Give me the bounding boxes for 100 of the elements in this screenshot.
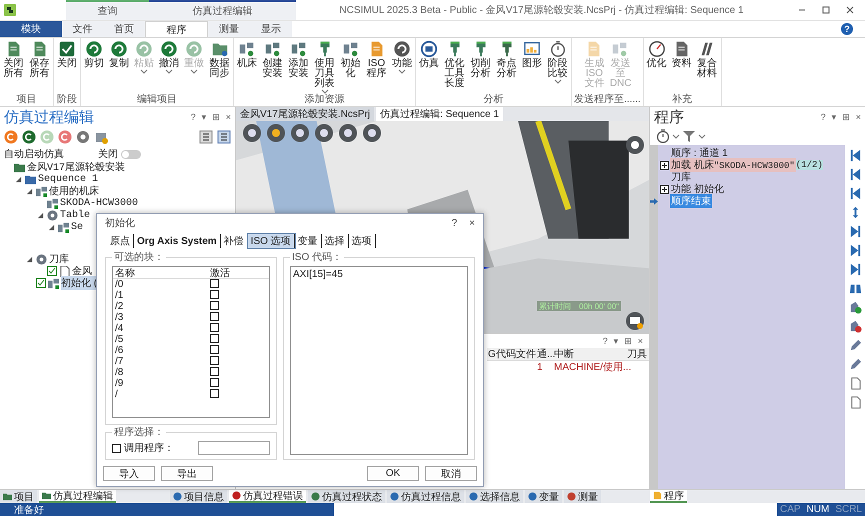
dialog-button[interactable]: OK [367, 466, 419, 480]
code-editor[interactable]: AXI[15]=45 [290, 266, 468, 455]
panel-control[interactable]: ▾ [202, 112, 206, 122]
expander-icon[interactable] [37, 212, 44, 218]
tree-item[interactable]: 金风V17尾源轮毂安装 [27, 160, 126, 174]
panel-tab[interactable]: 仿真过程信息 [387, 490, 464, 503]
expand-icon[interactable] [660, 184, 669, 194]
ribbon-button[interactable]: 功能 [391, 40, 413, 94]
ribbon-button[interactable]: 添加安装 [287, 40, 310, 94]
panel-tab[interactable]: 仿真过程状态 [308, 490, 385, 503]
column-header[interactable]: 通... [536, 347, 553, 361]
ribbon-button[interactable]: 仿真 [418, 40, 440, 94]
play-back-icon[interactable] [848, 187, 862, 200]
pencil-icon[interactable] [848, 358, 862, 371]
dialog-tab[interactable]: Org Axis System [134, 234, 221, 248]
ribbon-button[interactable]: 阶段比较 [546, 40, 569, 94]
panel-tab[interactable]: 仿真过程错误 [229, 490, 306, 503]
column-header[interactable]: 中断 [553, 347, 626, 361]
tree-item[interactable]: 金风 [72, 264, 92, 278]
checkbox[interactable] [112, 444, 121, 452]
checkbox[interactable] [210, 322, 219, 332]
list-view-icon[interactable] [199, 130, 213, 144]
machine-control-icon[interactable] [625, 311, 645, 331]
view-tool-icon[interactable] [266, 123, 286, 143]
column-header[interactable]: G代码文件 [487, 347, 536, 361]
ribbon-button[interactable]: 优化 [646, 40, 668, 94]
round-icon[interactable] [22, 130, 36, 144]
column-header[interactable]: 名称 [113, 266, 210, 280]
caret-icon[interactable] [698, 134, 706, 138]
tree-item[interactable]: Table [60, 210, 90, 220]
checkbox[interactable] [210, 334, 219, 342]
view-cube-icon[interactable] [625, 135, 645, 155]
panel-control[interactable]: ▾ [832, 112, 836, 122]
checkbox[interactable] [210, 300, 219, 310]
dialog-tab[interactable]: 原点 [107, 234, 134, 248]
ribbon-button[interactable]: 图形 [521, 40, 543, 94]
ribbon-tab[interactable]: 程序 [145, 21, 208, 37]
round-icon[interactable] [4, 130, 18, 144]
skip-end-icon[interactable] [848, 263, 862, 276]
ribbon-button[interactable]: 剪切 [83, 40, 105, 94]
help-button[interactable]: ? [841, 23, 853, 35]
ribbon-tab[interactable]: 文件 [62, 21, 103, 37]
checkbox[interactable] [210, 290, 219, 298]
ribbon-button[interactable]: 机床 [236, 40, 258, 94]
panel-tab[interactable]: 项目信息 [170, 490, 227, 503]
ribbon-tab[interactable]: 显示 [250, 21, 292, 37]
ribbon-button[interactable]: 数据同步 [208, 40, 231, 94]
maximize-icon[interactable] [821, 5, 831, 15]
view-tool-icon[interactable] [362, 123, 382, 143]
panel-tab[interactable]: 仿真过程编辑 [39, 490, 116, 503]
view-tool-icon[interactable] [242, 123, 262, 143]
ribbon-button[interactable]: 关闭 [56, 40, 78, 94]
ribbon-button[interactable]: 资料 [670, 40, 693, 94]
play-icon[interactable] [848, 225, 862, 238]
ribbon-button[interactable]: 复合材料 [696, 40, 719, 94]
column-header[interactable]: 刀具 [626, 347, 649, 361]
document-icon[interactable] [848, 377, 862, 390]
document-icon[interactable] [848, 396, 862, 409]
ribbon-button[interactable]: 关闭所有 [2, 40, 25, 94]
step-forward-icon[interactable] [848, 244, 862, 257]
dialog-tab[interactable]: ISO 选项 [248, 234, 295, 248]
view-tool-icon[interactable] [338, 123, 358, 143]
panel-control[interactable]: ? [820, 112, 826, 122]
panel-tab[interactable]: 测量 [564, 490, 601, 503]
ribbon-button[interactable]: 保存所有 [28, 40, 51, 94]
expander-icon[interactable] [26, 188, 33, 194]
ribbon-button[interactable]: 奇点分析 [495, 40, 518, 94]
panel-tab[interactable]: 选择信息 [466, 490, 523, 503]
tree-item[interactable]: SKODA-HCW3000 [60, 198, 138, 208]
ribbon-button[interactable]: 创建安装 [261, 40, 284, 94]
dialog-button[interactable]: 导入 [103, 466, 155, 480]
module-button[interactable]: 模块 [0, 21, 62, 37]
tree-item[interactable]: Se [71, 222, 84, 232]
toggle-switch[interactable] [121, 150, 141, 158]
document-tab[interactable]: 仿真过程编辑: Sequence 1 [376, 107, 503, 121]
checkbox[interactable] [210, 344, 219, 354]
panel-control[interactable]: ⊞ [624, 336, 632, 346]
panel-control[interactable]: ? [602, 336, 608, 346]
panel-tab[interactable]: 项目 [0, 490, 37, 503]
checkbox[interactable] [210, 356, 219, 364]
ribbon-button[interactable]: 复制 [108, 40, 130, 94]
checkbox[interactable] [210, 378, 219, 386]
checkbox[interactable] [210, 366, 219, 376]
caret-icon[interactable] [672, 134, 680, 138]
view-tool-icon[interactable] [314, 123, 334, 143]
ribbon-button[interactable]: 使用刀具列表 [313, 40, 336, 94]
dialog-tab[interactable]: 选项 [348, 234, 376, 248]
tree-item[interactable]: Sequence 1 [38, 174, 98, 184]
panel-control[interactable]: × [226, 112, 231, 122]
expander-icon[interactable] [48, 224, 55, 230]
view-tool-icon[interactable] [290, 123, 310, 143]
tree-item[interactable]: 刀库 [49, 252, 69, 266]
panel-tab[interactable]: 变量 [525, 490, 562, 503]
program-line[interactable]: 刀库 [670, 170, 692, 184]
ribbon-button[interactable]: 撤消 [158, 40, 180, 94]
binoculars-icon[interactable] [848, 282, 862, 295]
document-tab[interactable]: 金风V17尾源轮毂安装.NcsPrj [236, 107, 374, 121]
round-icon[interactable] [58, 130, 72, 144]
dialog-button[interactable]: 导出 [161, 466, 213, 480]
skip-start-icon[interactable] [848, 149, 862, 162]
